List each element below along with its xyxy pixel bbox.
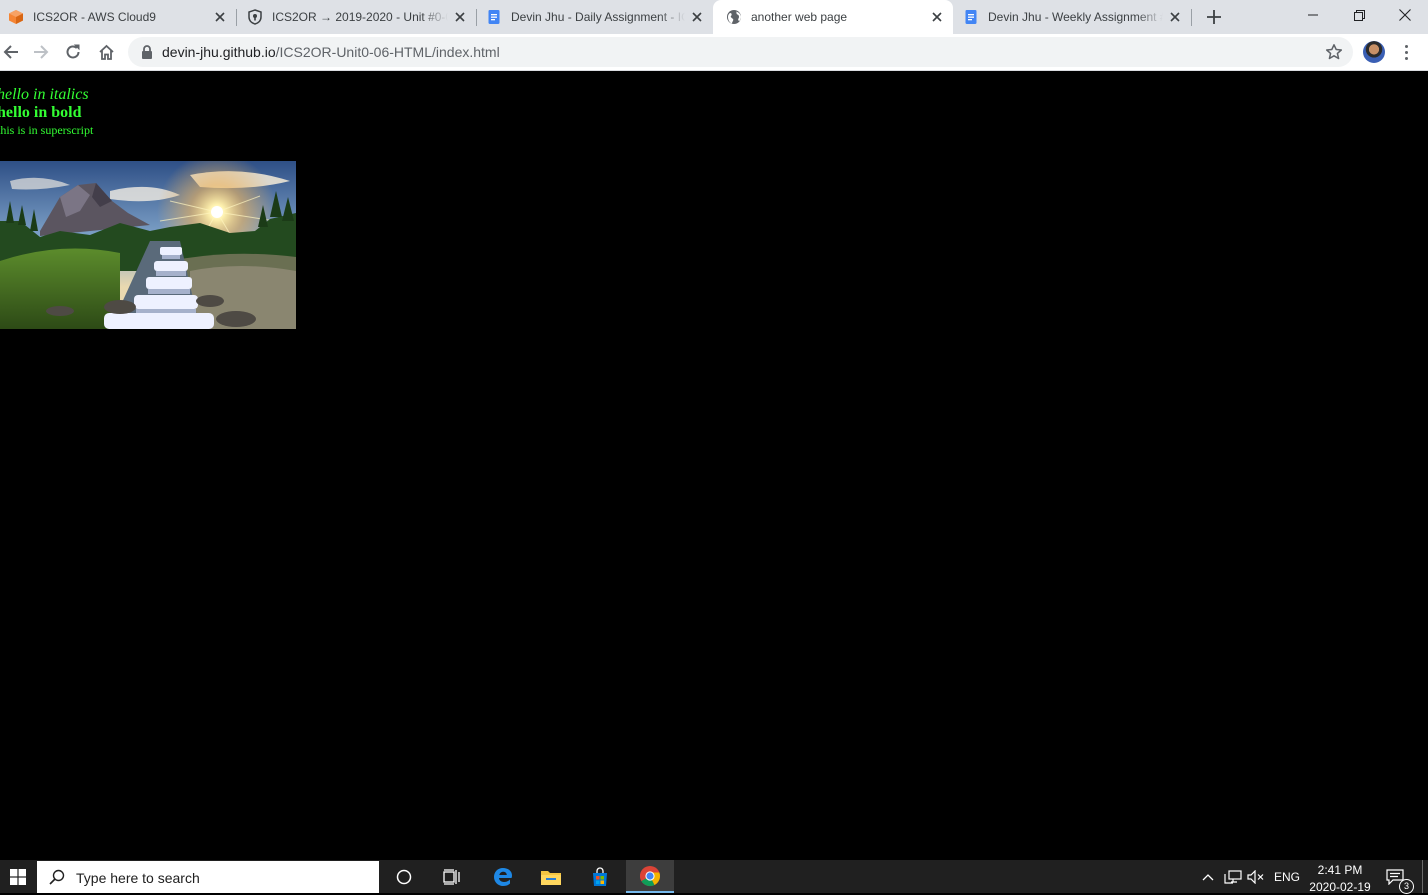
close-icon[interactable]: [452, 9, 468, 25]
reload-icon: [66, 44, 80, 59]
chrome-icon: [640, 865, 660, 886]
aws-cloud9-icon: [8, 9, 24, 25]
restore-icon: [1353, 9, 1365, 21]
notification-count-badge: 3: [1399, 879, 1414, 894]
tab-separator: [1191, 9, 1192, 26]
edge-icon: [494, 867, 512, 886]
forward-button[interactable]: [26, 37, 56, 67]
search-icon: [49, 869, 65, 885]
show-desktop-button[interactable]: [1422, 860, 1423, 893]
tab-title: another web page: [751, 10, 848, 24]
taskbar-search-box[interactable]: Type here to search: [37, 861, 379, 893]
tab-title: ICS2OR → 2019-2020 - Unit #0-0: [272, 10, 448, 24]
volume-button[interactable]: [1246, 860, 1266, 893]
file-explorer-button[interactable]: [527, 860, 575, 893]
close-window-button[interactable]: [1382, 0, 1428, 30]
lock-icon: [142, 45, 152, 59]
url-domain: devin-jhu.github.io: [162, 44, 276, 60]
close-icon[interactable]: [212, 9, 228, 25]
google-docs-icon: [486, 9, 502, 25]
cortana-icon: [396, 869, 412, 884]
superscript-text: this is in superscript: [0, 123, 94, 137]
input-language-indicator[interactable]: ENG: [1272, 860, 1302, 893]
restore-button[interactable]: [1336, 0, 1382, 30]
back-button[interactable]: [0, 37, 26, 67]
folder-icon: [541, 870, 561, 885]
task-view-button[interactable]: [428, 860, 476, 893]
start-button[interactable]: [0, 860, 36, 893]
arrow-right-icon: [34, 45, 49, 59]
close-icon: [1399, 9, 1411, 21]
tab-unit-0[interactable]: ICS2OR → 2019-2020 - Unit #0-0: [239, 0, 476, 34]
chrome-menu-button[interactable]: [1398, 39, 1414, 65]
tab-separator: [476, 9, 477, 26]
tab-title: Devin Jhu - Weekly Assignment #: [988, 10, 1163, 24]
tab-another-web-page[interactable]: another web page: [713, 0, 953, 34]
tab-separator: [236, 9, 237, 26]
edge-taskbar-button[interactable]: [479, 860, 527, 893]
google-docs-icon: [963, 9, 979, 25]
tab-title: ICS2OR - AWS Cloud9: [33, 10, 156, 24]
waterfall-landscape-image: [0, 161, 296, 329]
tab-weekly-assignment[interactable]: Devin Jhu - Weekly Assignment #: [955, 0, 1191, 34]
close-icon[interactable]: [1167, 9, 1183, 25]
taskbar-clock[interactable]: 2:41 PM 2020-02-19: [1302, 862, 1378, 895]
tab-aws-cloud9[interactable]: ICS2OR - AWS Cloud9: [0, 0, 236, 34]
store-icon: [593, 866, 607, 886]
browser-toolbar: devin-jhu.github.io/ICS2OR-Unit0-06-HTML…: [0, 34, 1428, 71]
plus-icon: [1207, 10, 1221, 24]
minimize-icon: [1308, 14, 1318, 16]
network-button[interactable]: [1223, 860, 1243, 893]
bold-text: hello in bold: [0, 104, 82, 121]
shield-icon: [247, 9, 263, 25]
search-placeholder: Type here to search: [76, 870, 200, 886]
show-hidden-icons-button[interactable]: [1199, 860, 1217, 893]
globe-icon: [726, 9, 742, 25]
tab-strip: ICS2OR - AWS Cloud9 ICS2OR → 2019-2020 -…: [0, 0, 1428, 34]
minimize-button[interactable]: [1290, 0, 1336, 30]
home-icon: [98, 44, 114, 60]
chrome-taskbar-button[interactable]: [626, 860, 674, 893]
italic-text: hello in italics: [0, 86, 89, 103]
microsoft-store-button[interactable]: [576, 860, 624, 893]
arrow-left-icon: [3, 45, 18, 59]
home-button[interactable]: [91, 37, 121, 67]
cortana-button[interactable]: [380, 860, 428, 893]
profile-avatar[interactable]: [1363, 41, 1385, 63]
network-icon: [1224, 869, 1242, 884]
windows-taskbar: Type here to search ENG 2:41 PM 2020-02-…: [0, 860, 1428, 895]
reload-button[interactable]: [58, 37, 88, 67]
address-bar[interactable]: devin-jhu.github.io/ICS2OR-Unit0-06-HTML…: [128, 37, 1353, 67]
close-icon[interactable]: [689, 9, 705, 25]
new-tab-button[interactable]: [1203, 6, 1225, 28]
volume-muted-icon: [1247, 869, 1264, 884]
url-path: /ICS2OR-Unit0-06-HTML/index.html: [275, 44, 500, 60]
tab-daily-assignment[interactable]: Devin Jhu - Daily Assignment - IC: [478, 0, 713, 34]
bookmark-star-icon[interactable]: [1325, 43, 1343, 61]
tab-title: Devin Jhu - Daily Assignment - IC: [511, 10, 685, 24]
clock-time: 2:41 PM: [1317, 863, 1363, 877]
url-text: devin-jhu.github.io/ICS2OR-Unit0-06-HTML…: [162, 44, 500, 60]
windows-logo-icon: [10, 868, 26, 885]
web-page-content: hello in italics hello in bold this is i…: [0, 71, 1428, 860]
chevron-up-icon: [1202, 873, 1214, 880]
close-icon[interactable]: [929, 9, 945, 25]
task-view-icon: [443, 868, 460, 885]
